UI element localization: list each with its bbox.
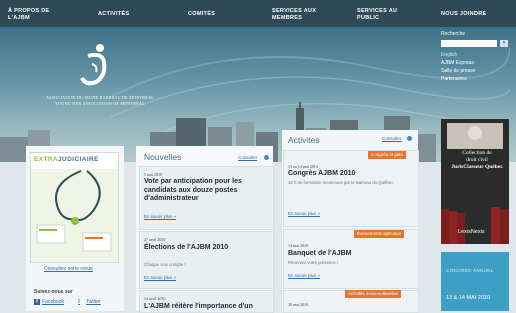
- news-headline[interactable]: Vote par anticipation pour les candidats…: [144, 178, 270, 204]
- rss-icon[interactable]: [264, 155, 269, 160]
- search-label: Recherche: [441, 31, 466, 37]
- news-read-more-link[interactable]: En savoir plus »: [144, 275, 176, 280]
- logo-name-french: ASSOCIATION DU JEUNE BARREAU DE MONTRÉAL: [46, 95, 154, 100]
- nav-item-about[interactable]: À PROPOS DE L'AJBM: [8, 0, 66, 27]
- activity-date: 13 au 14 mai 2010: [288, 164, 318, 169]
- activities-title: Activites: [288, 135, 320, 145]
- quick-link-english[interactable]: English: [441, 52, 457, 58]
- news-date: 5 mai 2010: [144, 172, 162, 177]
- ajbm-logo-icon[interactable]: [78, 42, 114, 92]
- quick-link-press-room[interactable]: Salle de presse: [441, 68, 475, 74]
- follow-us-label: Suivez-nous sur: [34, 289, 73, 295]
- activity-category-badge[interactable]: Activités socio-culturelles: [345, 290, 402, 298]
- twitter-icon: t: [78, 298, 80, 305]
- nav-item-public-services[interactable]: SERVICES AU PUBLIC: [357, 0, 407, 27]
- activity-description: Réservez votre présence !: [288, 260, 339, 265]
- news-title: Nouvelles: [144, 152, 182, 162]
- search-input[interactable]: [441, 40, 497, 47]
- quick-link-partners[interactable]: Partenaires: [441, 76, 467, 82]
- congress-ad-date: 13 & 14 MAI 2010: [446, 295, 491, 301]
- activity-description: 15 h de formation reconnues par le Barre…: [288, 180, 394, 185]
- nav-item-contact[interactable]: NOUS JOINDRE: [441, 0, 511, 27]
- nav-item-committees[interactable]: COMITÉS: [188, 0, 238, 27]
- nav-item-member-services[interactable]: SERVICES AUX MEMBRES: [272, 0, 327, 27]
- activity-read-more-link[interactable]: En savoir plus »: [288, 211, 320, 216]
- news-rss-link[interactable]: Consulter: [238, 155, 257, 160]
- search-submit-button[interactable]: »: [500, 40, 508, 47]
- news-read-more-link[interactable]: En savoir plus »: [144, 214, 176, 219]
- book-stack-illustration-icon: [441, 119, 509, 244]
- lexisnexis-logo: LexisNexis: [458, 229, 485, 235]
- activity-item: [283, 229, 419, 289]
- activity-read-more-link[interactable]: En savoir plus »: [288, 273, 320, 278]
- activities-rss-link[interactable]: Consulter: [382, 136, 401, 141]
- news-date: 14 avril 2010: [144, 296, 166, 301]
- news-headline[interactable]: L'AJBM réitère l'importance d'un: [144, 303, 270, 312]
- stethoscope-illustration-icon: [31, 169, 118, 262]
- facebook-icon: f: [34, 298, 40, 305]
- activity-date: 14 mai 2010: [288, 243, 308, 248]
- consult-magazine-link[interactable]: Consultez notre revue: [44, 266, 93, 272]
- activity-date: 20 mai 2010: [288, 302, 308, 307]
- news-date: 27 avril 2010: [144, 237, 166, 242]
- ad-line: droit civil: [466, 157, 488, 163]
- twitter-label: Twitter: [86, 298, 101, 305]
- extrajudiciaire-title: EXTRAJUDICIAIRE: [34, 156, 99, 163]
- ad-line: Collection de: [462, 150, 492, 156]
- twitter-link[interactable]: t Twitter: [78, 298, 101, 305]
- activity-category-badge[interactable]: Événements spéciaux: [354, 230, 405, 238]
- activity-headline[interactable]: Banquet de l'AJBM: [288, 250, 352, 257]
- news-description: Chaque voix compte !: [144, 262, 186, 267]
- news-headline[interactable]: Élections de l'AJBM 2010: [144, 244, 270, 253]
- nav-item-activities[interactable]: ACTIVITÉS: [98, 0, 148, 27]
- quick-link-ajbm-express[interactable]: AJBM Express: [441, 60, 474, 66]
- jurisclasseur-ad[interactable]: [441, 119, 509, 244]
- jurisclasseur-ad-text: Collection de droit civil JurisClasseur …: [451, 150, 503, 171]
- activity-category-badge[interactable]: Congrès et gala: [368, 151, 406, 159]
- top-navigation: [0, 0, 516, 27]
- facebook-label: Facebook: [42, 298, 64, 305]
- congress-ad-title: CONGRÈS ANNUEL: [446, 268, 494, 273]
- congress-ad[interactable]: [441, 252, 509, 311]
- activity-headline[interactable]: Congrès AJBM 2010: [288, 170, 355, 177]
- facebook-link[interactable]: f Facebook: [34, 298, 64, 305]
- extrajudiciaire-card[interactable]: [30, 152, 119, 263]
- ad-line: JurisClasseur Québec: [451, 164, 503, 170]
- rss-icon[interactable]: [407, 136, 412, 141]
- logo-name-english: YOUNG BAR ASSOCIATION OF MONTREAL: [55, 101, 145, 106]
